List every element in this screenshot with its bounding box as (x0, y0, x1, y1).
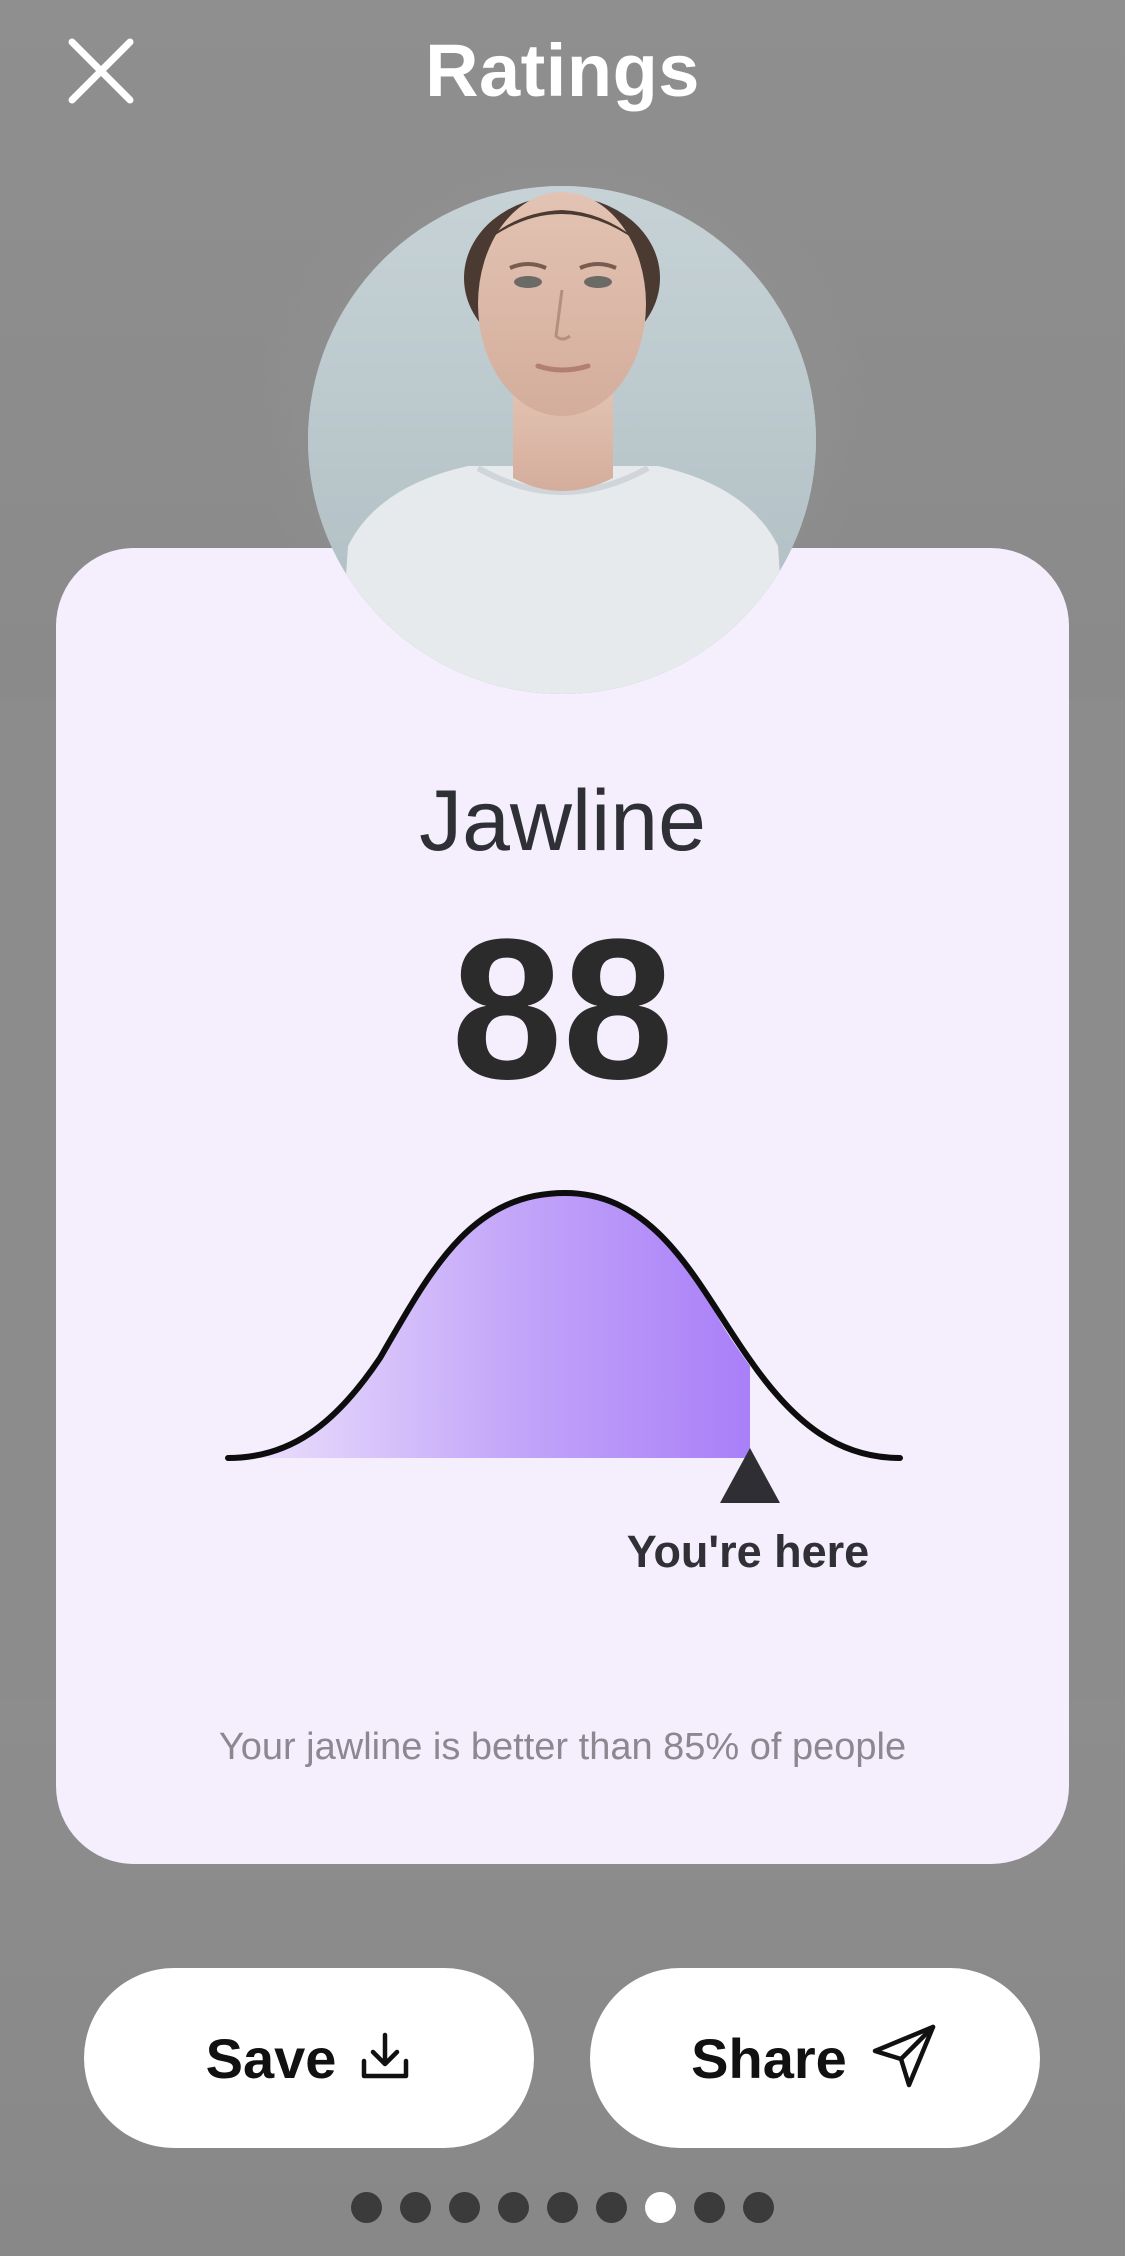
page-dot[interactable] (498, 2192, 529, 2223)
page-dot[interactable] (645, 2192, 676, 2223)
page-dot[interactable] (743, 2192, 774, 2223)
page-title: Ratings (425, 29, 700, 112)
page-dot[interactable] (351, 2192, 382, 2223)
page-dot[interactable] (694, 2192, 725, 2223)
distribution-curve (220, 1189, 903, 1503)
save-button[interactable]: Save (84, 1968, 534, 2148)
percentile-caption: Your jawline is better than 85% of peopl… (218, 1726, 907, 1768)
page-indicator (0, 2192, 1125, 2223)
page-dot[interactable] (400, 2192, 431, 2223)
save-button-label: Save (205, 2026, 337, 2090)
page-dot[interactable] (547, 2192, 578, 2223)
metric-name: Jawline (419, 773, 706, 869)
send-icon (869, 2021, 939, 2096)
page-dot[interactable] (596, 2192, 627, 2223)
position-marker-label: You're here (626, 1526, 870, 1577)
share-button-label: Share (691, 2026, 847, 2090)
rating-screen: Ratings Jawline 88 You're here Your jawl… (0, 0, 1125, 2256)
download-icon (358, 2029, 412, 2088)
user-photo (308, 186, 816, 694)
metric-score: 88 (451, 898, 674, 1121)
percentile-fill (220, 1193, 750, 1458)
share-button[interactable]: Share (590, 1968, 1040, 2148)
page-dot[interactable] (449, 2192, 480, 2223)
